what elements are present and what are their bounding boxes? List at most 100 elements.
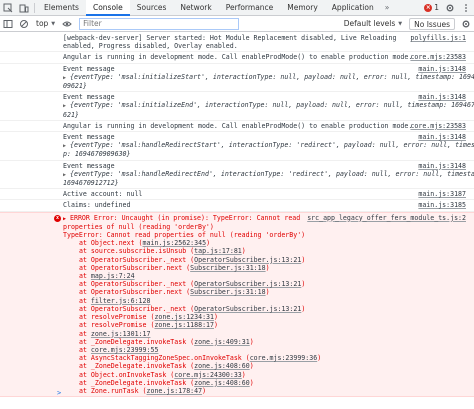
expand-triangle-icon[interactable]: ▶ [63, 215, 70, 223]
stack-frame: at Zone.runTask (zone.js:178:47) [63, 387, 474, 395]
event-object[interactable]: ▶ {eventType: 'msal:initializeStart', int… [63, 73, 474, 82]
error-count: 1 [434, 3, 439, 12]
stack-frame-link[interactable]: tap.js:17:81 [194, 247, 242, 255]
event-object[interactable]: ▶ {eventType: 'msal:handleRedirectStart',… [63, 141, 474, 150]
message-source-link[interactable]: main.js:3185 [418, 201, 466, 209]
message-source-link[interactable]: main.js:3148 [418, 93, 466, 101]
stack-frame-link[interactable]: zone.js:1188:17 [154, 321, 214, 329]
stack-frame-prefix: at [79, 329, 91, 338]
event-object-continued: p: 1694670909630} [63, 150, 131, 159]
console-output: polyfills.js:1 [webpack-dev-server] Serv… [0, 33, 474, 409]
console-prompt-icon[interactable]: > [57, 389, 61, 397]
stack-frame: at Object.next (main.js:2562:345) [63, 239, 474, 247]
message-text: Event message [63, 64, 115, 73]
stack-frame: at _ZoneDelegate.invokeTask (zone.js:408… [63, 379, 474, 387]
console-message: main.js:3148 Event message ▶ {eventType: … [0, 132, 474, 161]
event-object[interactable]: ▶ {eventType: 'msal:handleRedirectEnd', i… [63, 170, 474, 179]
settings-gear-icon[interactable] [442, 0, 458, 16]
console-message: core.mjs:23583 Angular is running in dev… [0, 121, 474, 133]
stack-frame-suffix: ) [265, 263, 270, 272]
message-source-link[interactable]: core.mjs:23583 [410, 53, 466, 61]
message-text: Event message [63, 93, 115, 102]
stack-frame: at Object.onInvokeTask (core.mjs:24300:3… [63, 371, 474, 379]
log-levels-dropdown[interactable]: Default levels ▼ [340, 19, 406, 28]
stack-frame: at _ZoneDelegate.invokeTask (zone.js:409… [63, 338, 474, 346]
tab-memory[interactable]: Memory [280, 0, 325, 16]
message-source-link[interactable]: main.js:3187 [418, 190, 466, 198]
more-tabs-button[interactable]: » [381, 3, 394, 12]
stack-frame-link[interactable]: OperatorSubscriber.js:13:21 [194, 256, 301, 264]
clear-console-icon[interactable] [16, 16, 32, 32]
more-options-icon[interactable] [458, 0, 474, 16]
stack-frame: at resolvePromise (zone.js:1234:31) [63, 313, 474, 321]
stack-frame-suffix: ) [213, 313, 218, 322]
inspect-element-icon[interactable] [0, 0, 16, 16]
stack-frame: at resolvePromise (zone.js:1188:17) [63, 321, 474, 329]
stack-frame-link[interactable]: map.js:7:24 [91, 272, 135, 280]
tab-elements[interactable]: Elements [37, 0, 86, 16]
devtools-toolbar: Elements Console Sources Network Perform… [0, 0, 474, 16]
stack-frame-link[interactable]: zone.js:409:31 [194, 338, 250, 346]
stack-frame-link[interactable]: OperatorSubscriber.js:13:21 [194, 280, 301, 288]
console-settings-gear-icon[interactable] [458, 16, 474, 32]
stack-frame-link[interactable]: core.mjs:23999:55 [91, 346, 159, 354]
stack-frame-link[interactable]: zone.js:178:47 [147, 387, 203, 395]
message-source-link[interactable]: main.js:3148 [418, 65, 466, 73]
tab-sources[interactable]: Sources [130, 0, 174, 16]
message-source-link[interactable]: main.js:3148 [418, 162, 466, 170]
stack-frame-prefix: at OperatorSubscriber.next ( [79, 288, 191, 297]
expand-triangle-icon[interactable]: ▶ [63, 171, 70, 179]
error-count-badge[interactable]: × 1 [421, 3, 442, 12]
stack-frame-link[interactable]: Subscriber.js:31:18 [190, 288, 265, 296]
message-source-link[interactable]: main.js:3148 [418, 133, 466, 141]
message-source-link[interactable]: core.mjs:23583 [410, 122, 466, 130]
stack-frame-prefix: at [79, 296, 91, 305]
stack-frame-link[interactable]: filter.js:6:128 [91, 297, 151, 305]
stack-frame: at OperatorSubscriber.next (Subscriber.j… [63, 264, 474, 272]
stack-frame-suffix: ) [241, 370, 246, 379]
error-type-line: TypeError: Cannot read properties of nul… [63, 231, 306, 240]
live-expression-eye-icon[interactable] [59, 16, 75, 32]
stack-frame-prefix: at [79, 272, 91, 281]
expand-triangle-icon[interactable]: ▶ [63, 74, 70, 82]
stack-frame-link[interactable]: core.mjs:23999:36 [250, 354, 318, 362]
stack-frame: at core.mjs:23999:55 [63, 346, 474, 354]
stack-frame: at zone.js:1301:17 [63, 330, 474, 338]
stack-frame-link[interactable]: core.mjs:24300:33 [174, 371, 242, 379]
console-message: main.js:3148 Event message ▶ {eventType: … [0, 64, 474, 93]
stack-frame-suffix: ) [249, 337, 254, 346]
message-source-link[interactable]: polyfills.js:1 [410, 34, 466, 42]
error-source-link[interactable]: src_app_legacy_offer_fers_module_ts.js:2 [307, 214, 466, 222]
context-value: top [36, 19, 49, 28]
context-selector[interactable]: top ▼ [32, 18, 59, 30]
stack-frame-link[interactable]: Subscriber.js:31:18 [190, 264, 265, 272]
message-text: Event message [63, 133, 115, 142]
tab-console[interactable]: Console [85, 0, 130, 16]
stack-frame-link[interactable]: zone.js:1301:17 [91, 330, 151, 338]
event-object[interactable]: ▶ {eventType: 'msal:initializeEnd', inter… [63, 101, 474, 110]
expand-triangle-icon[interactable]: ▶ [63, 102, 70, 110]
issues-button[interactable]: No Issues [409, 17, 455, 30]
chevron-down-icon: ▼ [51, 20, 56, 27]
tab-performance[interactable]: Performance [219, 0, 281, 16]
stack-frame-prefix: at OperatorSubscriber._next ( [79, 255, 195, 264]
stack-frame-prefix: at _ZoneDelegate.invokeTask ( [79, 337, 195, 346]
error-x-icon: x [54, 214, 61, 222]
stack-frame-link[interactable]: OperatorSubscriber.js:13:21 [194, 305, 301, 313]
stack-frame-link[interactable]: zone.js:1234:31 [154, 313, 214, 321]
expand-triangle-icon[interactable]: ▶ [63, 142, 70, 150]
stack-frame: at filter.js:6:128 [63, 297, 474, 305]
tab-application[interactable]: Application [325, 0, 381, 16]
console-filter-bar: top ▼ Default levels ▼ No Issues [0, 16, 474, 32]
tab-network[interactable]: Network [173, 0, 218, 16]
device-toolbar-icon[interactable] [16, 0, 32, 16]
filter-input[interactable] [79, 17, 240, 30]
stack-frame-link[interactable]: zone.js:408:60 [194, 362, 250, 370]
console-message: core.mjs:23583 Angular is running in dev… [0, 52, 474, 64]
stack-frame-suffix: ) [241, 247, 246, 256]
stack-frame-prefix: at OperatorSubscriber.next ( [79, 263, 191, 272]
sidebar-toggle-icon[interactable] [0, 16, 16, 32]
stack-frame-link[interactable]: main.js:2562:345 [143, 239, 207, 247]
toolbar-divider [34, 2, 35, 13]
stack-frame-link[interactable]: zone.js:408:60 [194, 379, 250, 387]
